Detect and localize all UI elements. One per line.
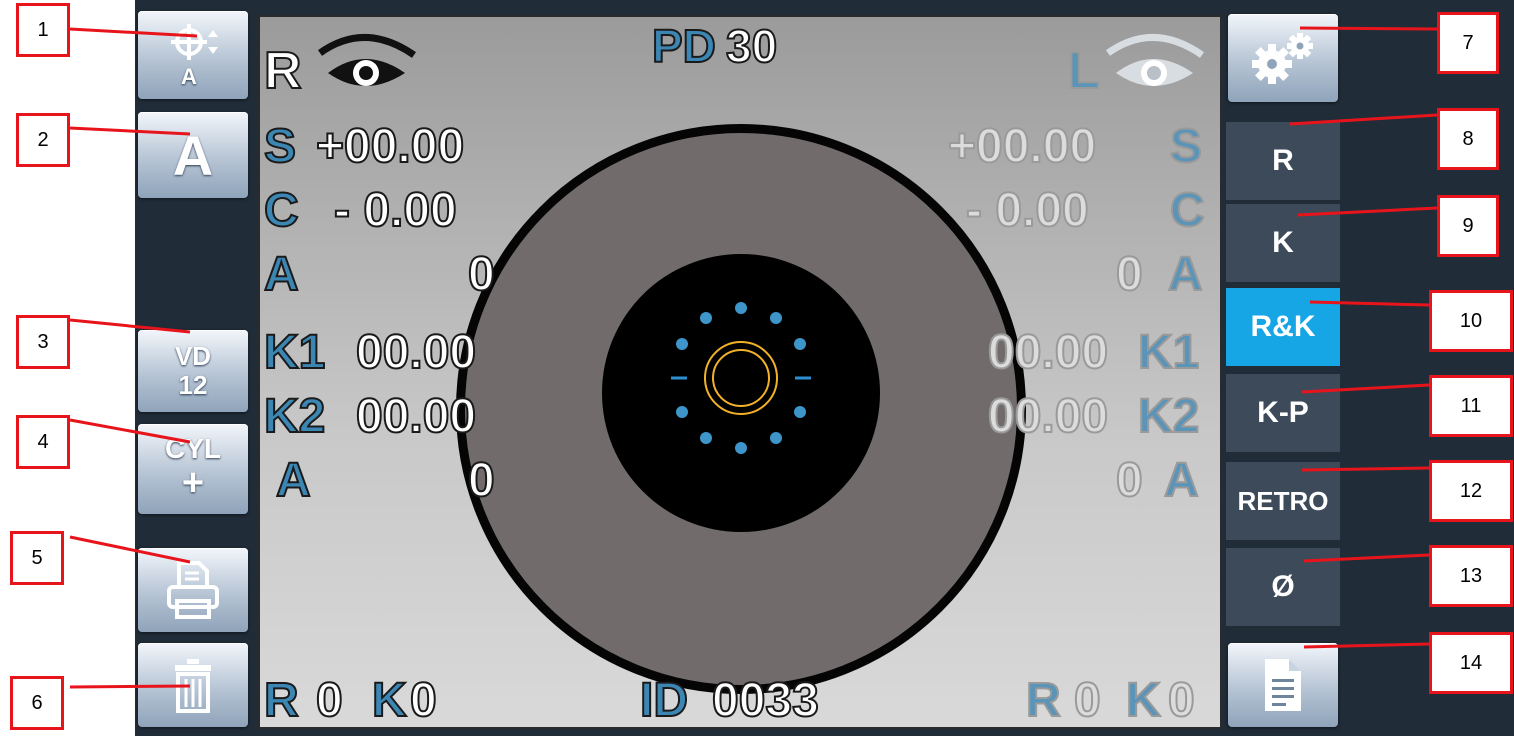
callout-2: 2 (16, 113, 70, 167)
callout-4: 4 (16, 415, 70, 469)
callout-14: 14 (1429, 632, 1513, 694)
callout-13: 13 (1429, 545, 1513, 607)
callout-3: 3 (16, 315, 70, 369)
callout-11: 11 (1429, 375, 1513, 437)
callout-12: 12 (1429, 460, 1513, 522)
callout-8: 8 (1437, 108, 1499, 170)
callout-lines (69, 26, 1438, 689)
callout-10: 10 (1429, 290, 1513, 352)
callout-6: 6 (10, 676, 64, 730)
callout-5: 5 (10, 531, 64, 585)
callout-7: 7 (1437, 12, 1499, 74)
callout-9: 9 (1437, 195, 1499, 257)
callout-1: 1 (16, 3, 70, 57)
